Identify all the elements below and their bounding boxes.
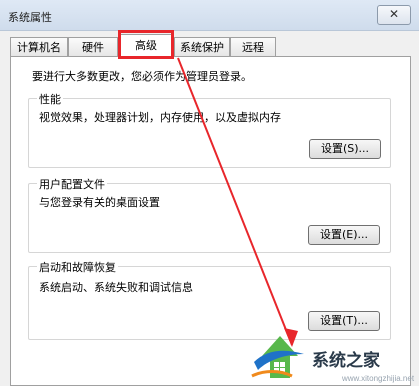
title-bar: 系统属性 ✕ [0, 0, 419, 31]
startup-recovery-title: 启动和故障恢复 [37, 259, 118, 275]
startup-recovery-description: 系统启动、系统失败和调试信息 [39, 281, 193, 294]
tab-strip: 计算机名 硬件 高级 系统保护 远程 [10, 34, 410, 57]
window-title: 系统属性 [8, 11, 52, 24]
close-button[interactable]: ✕ [377, 5, 411, 25]
user-profiles-description: 与您登录有关的桌面设置 [39, 196, 160, 209]
user-profiles-group: 用户配置文件 与您登录有关的桌面设置 设置(E)... [28, 176, 391, 253]
close-icon: ✕ [388, 7, 400, 21]
startup-recovery-group: 启动和故障恢复 系统启动、系统失败和调试信息 设置(T)... [28, 259, 391, 340]
tab-hardware[interactable]: 硬件 [68, 37, 118, 56]
tab-computer-name[interactable]: 计算机名 [10, 37, 68, 56]
performance-title: 性能 [37, 91, 63, 107]
site-watermark: 系统之家 www.xitongzhijia.net [246, 332, 419, 386]
performance-description: 视觉效果，处理器计划，内存使用，以及虚拟内存 [39, 111, 281, 124]
tab-remote[interactable]: 远程 [230, 37, 276, 56]
performance-group: 性能 视觉效果，处理器计划，内存使用，以及虚拟内存 设置(S)... [28, 91, 391, 168]
watermark-url: www.xitongzhijia.net [342, 374, 415, 383]
annotation-highlight-box [118, 30, 174, 59]
tab-system-protection[interactable]: 系统保护 [174, 37, 230, 56]
user-profiles-title: 用户配置文件 [37, 176, 107, 192]
startup-recovery-settings-button[interactable]: 设置(T)... [308, 311, 380, 331]
performance-settings-button[interactable]: 设置(S)... [309, 139, 381, 159]
watermark-logo-icon [251, 336, 304, 378]
admin-notice: 要进行大多数更改，您必须作为管理员登录。 [32, 70, 252, 83]
watermark-brand: 系统之家 [312, 351, 380, 371]
user-profiles-settings-button[interactable]: 设置(E)... [308, 225, 380, 245]
